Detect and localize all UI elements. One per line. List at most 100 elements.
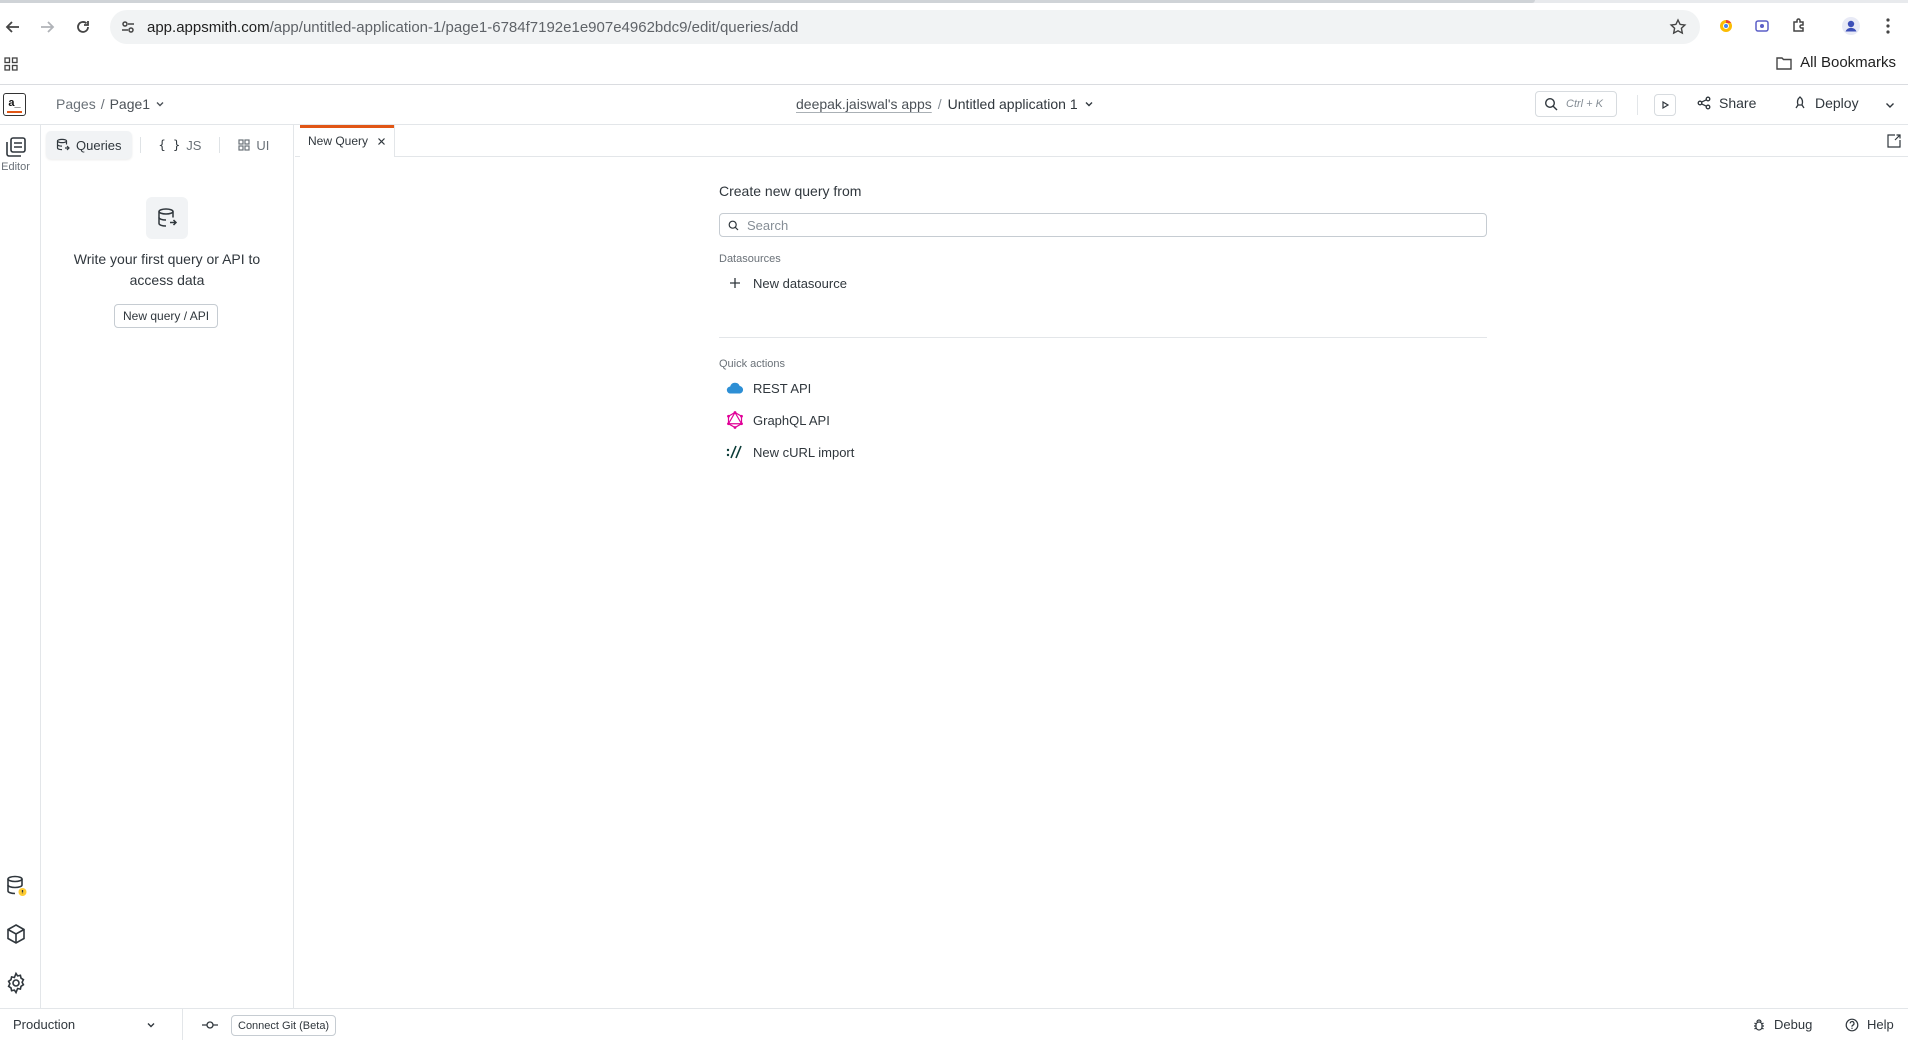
environment-value: Production	[13, 1017, 76, 1032]
rocket-icon	[1793, 96, 1807, 110]
back-arrow-icon[interactable]	[0, 14, 26, 40]
browser-tab-strip-edge	[0, 0, 1908, 3]
tab-js[interactable]: { } JS	[149, 131, 212, 159]
explorer-segmented-tabs: Queries { } JS UI	[46, 129, 289, 161]
share-button[interactable]: Share	[1697, 95, 1756, 111]
new-datasource-label: New datasource	[753, 275, 847, 291]
create-query-content: Create new query from Search Datasources…	[719, 183, 1487, 460]
create-query-title: Create new query from	[719, 183, 862, 199]
segment-divider	[219, 137, 221, 153]
play-icon	[1660, 100, 1670, 110]
rail-item-settings[interactable]	[0, 971, 31, 995]
application-title: deepak.jaiswal's apps / Untitled applica…	[796, 96, 1094, 112]
profile-avatar-icon[interactable]	[1839, 14, 1863, 38]
chevron-down-icon[interactable]	[155, 99, 165, 109]
close-icon[interactable]	[377, 137, 386, 146]
environment-select[interactable]: Production	[0, 1009, 183, 1040]
folder-icon	[1776, 56, 1792, 70]
header-divider	[1637, 95, 1638, 115]
quick-action-curl-import[interactable]: New cURL import	[726, 442, 854, 462]
deploy-label: Deploy	[1815, 95, 1859, 111]
share-icon	[1697, 96, 1711, 110]
quick-action-rest-api[interactable]: REST API	[726, 378, 811, 398]
datasources-section-label: Datasources	[719, 253, 781, 265]
share-label: Share	[1719, 95, 1757, 111]
settings-gear-icon	[4, 971, 28, 995]
deploy-options-chevron-icon[interactable]	[1884, 99, 1896, 111]
empty-state-message: Write your first query or API to access …	[73, 251, 261, 288]
url-text: app.appsmith.com/app/untitled-applicatio…	[147, 19, 799, 36]
curl-icon	[726, 443, 744, 461]
chevron-down-icon	[146, 1020, 156, 1030]
datasource-search-input[interactable]: Search	[719, 213, 1487, 237]
extension-record-icon[interactable]	[1750, 14, 1774, 38]
breadcrumb-pages[interactable]: Pages	[56, 96, 96, 112]
git-commit-icon	[201, 1018, 219, 1032]
extensions-puzzle-icon[interactable]	[1787, 14, 1811, 38]
explorer-panel: Queries { } JS UI Write your first query…	[41, 125, 294, 1008]
new-query-api-button[interactable]: New query / API	[114, 304, 219, 328]
quick-action-graphql-api[interactable]: GraphQL API	[726, 410, 830, 430]
js-braces-icon: { }	[158, 138, 181, 152]
workspace-link[interactable]: deepak.jaiswal's apps	[796, 96, 932, 112]
ui-grid-icon	[238, 139, 250, 151]
help-label: Help	[1867, 1017, 1894, 1032]
debug-button[interactable]: Debug	[1752, 1017, 1812, 1032]
bookmarks-bar: All Bookmarks	[0, 53, 1908, 85]
tab-js-label: JS	[186, 137, 202, 153]
segment-divider	[139, 137, 141, 153]
debug-label: Debug	[1774, 1017, 1813, 1032]
rail-item-editor[interactable]: Editor	[0, 135, 31, 173]
tab-new-query[interactable]: New Query	[300, 125, 396, 157]
search-icon	[1544, 97, 1558, 111]
reload-icon[interactable]	[70, 14, 96, 40]
site-settings-icon[interactable]	[120, 19, 136, 35]
appsmith-logo[interactable]: a_	[3, 93, 26, 116]
left-sidebar-rail: Editor	[0, 125, 41, 1008]
all-bookmarks-label: All Bookmarks	[1800, 54, 1896, 71]
rail-item-packages[interactable]	[0, 922, 31, 946]
connect-git-button[interactable]: Connect Git (Beta)	[231, 1015, 337, 1036]
package-cube-icon	[4, 922, 28, 946]
app-menu-chevron-icon[interactable]	[1084, 99, 1094, 109]
tab-ui[interactable]: UI	[228, 131, 279, 159]
browser-menu-kebab-icon[interactable]	[1876, 14, 1900, 38]
split-screen-toggle-icon[interactable]	[1886, 133, 1902, 149]
curl-import-label: New cURL import	[753, 444, 855, 460]
tab-queries-label: Queries	[76, 137, 122, 153]
all-bookmarks-button[interactable]: All Bookmarks	[1776, 54, 1896, 71]
create-query-pane: Create new query from Search Datasources…	[295, 157, 1908, 1008]
bookmark-star-icon[interactable]	[1669, 18, 1687, 36]
breadcrumb: Pages / Page1	[56, 96, 165, 112]
help-button[interactable]: Help	[1845, 1017, 1894, 1032]
title-separator: /	[937, 96, 942, 112]
datasource-icon	[4, 874, 28, 898]
tab-ui-label: UI	[256, 137, 270, 153]
address-bar[interactable]: app.appsmith.com/app/untitled-applicatio…	[110, 10, 1700, 44]
app-header: a_ Pages / Page1 deepak.jaiswal's apps /…	[0, 85, 1908, 125]
graphql-api-label: GraphQL API	[753, 412, 830, 428]
breadcrumb-page-selector[interactable]: Page1	[110, 96, 150, 112]
search-icon	[728, 220, 739, 231]
preview-play-button[interactable]	[1654, 94, 1676, 116]
plus-icon	[726, 274, 744, 292]
omnibar-search-button[interactable]: Ctrl + K	[1535, 91, 1617, 117]
tab-queries[interactable]: Queries	[46, 131, 132, 159]
empty-state-database-icon	[146, 197, 188, 239]
breadcrumb-separator: /	[100, 96, 105, 112]
section-divider	[719, 337, 1487, 338]
graphql-icon	[726, 411, 744, 429]
application-name[interactable]: Untitled application 1	[948, 96, 1078, 112]
editor-icon	[4, 135, 28, 159]
forward-arrow-icon[interactable]	[34, 14, 60, 40]
deploy-button[interactable]: Deploy	[1793, 95, 1859, 111]
extension-chrome-icon[interactable]	[1714, 14, 1738, 38]
rail-item-datasources[interactable]	[0, 874, 31, 898]
editor-tab-strip: New Query	[295, 125, 1908, 157]
bug-icon	[1752, 1018, 1766, 1032]
search-placeholder: Search	[747, 217, 789, 233]
bottom-status-bar: Production Connect Git (Beta) Debug Help	[0, 1008, 1908, 1040]
apps-grid-icon[interactable]	[4, 57, 18, 71]
new-datasource-item[interactable]: New datasource	[726, 273, 847, 293]
rail-editor-label: Editor	[1, 161, 30, 173]
